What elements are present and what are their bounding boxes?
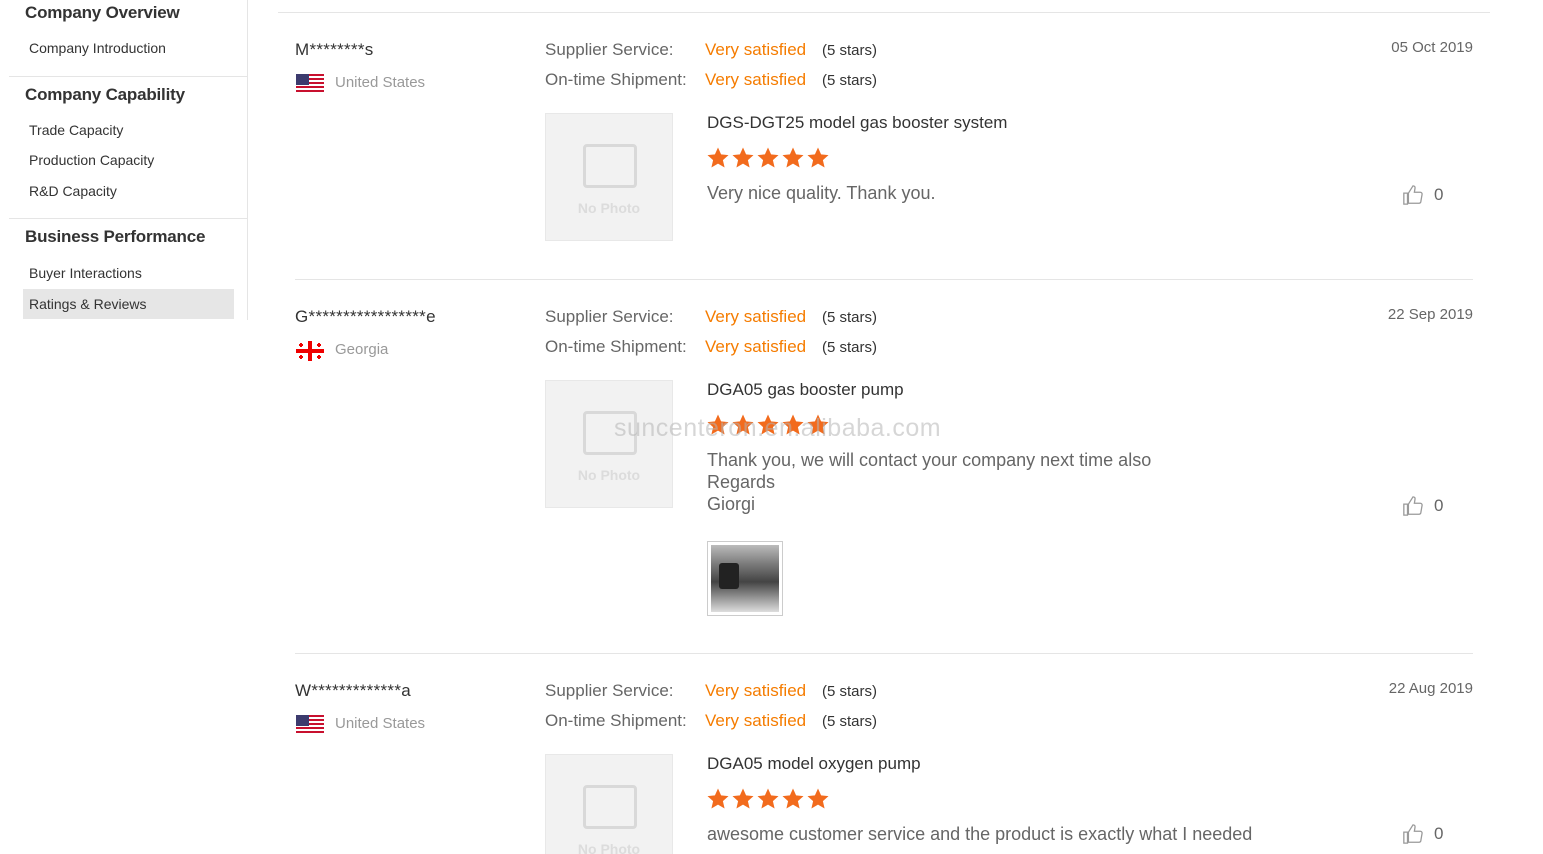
supplier-service-stars: (5 stars) — [822, 683, 878, 700]
star-icon — [707, 788, 729, 809]
shipment-label: On-time Shipment: — [545, 70, 687, 89]
product-image-placeholder[interactable]: No Photo — [545, 380, 673, 508]
star-icon — [732, 414, 754, 435]
like-button[interactable]: 0 — [1402, 494, 1443, 518]
star-rating — [706, 146, 830, 170]
product-title[interactable]: DGA05 gas booster pump — [707, 380, 904, 400]
product-image-placeholder[interactable]: No Photo — [545, 754, 673, 854]
like-button[interactable]: 0 — [1402, 183, 1443, 207]
star-icon — [782, 788, 804, 809]
product-title[interactable]: DGS-DGT25 model gas booster system — [707, 113, 1007, 133]
shipment-value: Very satisfied — [705, 711, 807, 730]
supplier-service-value: Very satisfied — [705, 307, 807, 326]
sidebar-item-rd-capacity[interactable]: R&D Capacity — [23, 176, 234, 206]
shipment-label: On-time Shipment: — [545, 711, 687, 730]
no-photo-label: No Photo — [577, 841, 641, 854]
georgia-flag-icon — [296, 341, 324, 361]
review-item: W*************a United States Supplier S… — [295, 641, 1473, 854]
review-text: awesome customer service and the product… — [707, 824, 1253, 844]
shipment-stars: (5 stars) — [822, 339, 878, 356]
nav-group-business-performance: Business Performance Buyer Interactions … — [9, 218, 247, 320]
shipment-stars: (5 stars) — [822, 713, 878, 730]
review-item: M********s United States Supplier Servic… — [295, 0, 1473, 280]
like-count: 0 — [1434, 824, 1444, 843]
like-count: 0 — [1434, 185, 1444, 204]
star-icon — [707, 414, 729, 435]
review-date: 22 Aug 2019 — [1388, 680, 1473, 697]
review-text: Thank you, we will contact your company … — [707, 450, 1152, 514]
sidebar-item-buyer-interactions[interactable]: Buyer Interactions — [23, 258, 234, 288]
star-icon — [732, 147, 754, 168]
no-photo-label: No Photo — [577, 467, 641, 483]
supplier-service-value: Very satisfied — [705, 40, 807, 59]
supplier-service-value: Very satisfied — [705, 681, 807, 700]
us-flag-icon — [296, 715, 324, 735]
supplier-service-stars: (5 stars) — [822, 309, 878, 326]
shipment-value: Very satisfied — [705, 70, 807, 89]
buyer-name: M********s — [295, 40, 374, 59]
like-count: 0 — [1434, 496, 1444, 515]
buyer-name: G*****************e — [295, 307, 436, 326]
sidebar-item-ratings-reviews[interactable]: Ratings & Reviews — [23, 289, 234, 319]
buyer-name: W*************a — [295, 681, 412, 700]
review-attachment-thumbnail[interactable] — [707, 541, 783, 616]
no-photo-label: No Photo — [577, 200, 641, 216]
star-icon — [782, 414, 804, 435]
review-date: 22 Sep 2019 — [1387, 306, 1473, 323]
sidebar-item-company-introduction[interactable]: Company Introduction — [23, 33, 234, 63]
image-icon — [583, 785, 637, 829]
star-icon — [757, 788, 779, 809]
supplier-service-label: Supplier Service: — [545, 307, 674, 326]
thumbs-up-icon — [1403, 496, 1423, 516]
shipment-value: Very satisfied — [705, 337, 807, 356]
product-image-placeholder[interactable]: No Photo — [545, 113, 673, 241]
star-icon — [807, 414, 829, 435]
image-icon — [583, 144, 637, 188]
thumbs-up-icon — [1403, 185, 1423, 205]
review-item: G*****************e Georgia Supplier Ser… — [295, 267, 1473, 654]
supplier-service-stars: (5 stars) — [822, 42, 878, 59]
supplier-service-label: Supplier Service: — [545, 40, 674, 59]
shipment-label: On-time Shipment: — [545, 337, 687, 356]
star-icon — [807, 788, 829, 809]
us-flag-icon — [296, 74, 324, 94]
nav-group-title[interactable]: Company Capability — [25, 85, 185, 105]
review-date: 05 Oct 2019 — [1391, 39, 1473, 56]
sidebar-item-production-capacity[interactable]: Production Capacity — [23, 145, 234, 175]
buyer-country: United States — [335, 715, 426, 732]
star-icon — [807, 147, 829, 168]
image-icon — [583, 411, 637, 455]
buyer-country: United States — [335, 74, 426, 91]
attachment-image — [711, 545, 779, 612]
nav-group-title[interactable]: Company Overview — [25, 3, 180, 23]
nav-group-title[interactable]: Business Performance — [25, 227, 205, 247]
nav-group-company-capability: Company Capability Trade Capacity Produc… — [9, 76, 247, 218]
shipment-stars: (5 stars) — [822, 72, 878, 89]
star-icon — [732, 788, 754, 809]
star-rating — [706, 413, 830, 437]
sidebar-item-trade-capacity[interactable]: Trade Capacity — [23, 115, 234, 145]
buyer-country: Georgia — [335, 341, 389, 358]
product-title[interactable]: DGA05 model oxygen pump — [707, 754, 921, 774]
thumbs-up-icon — [1403, 824, 1423, 844]
supplier-service-label: Supplier Service: — [545, 681, 674, 700]
star-rating — [706, 787, 830, 811]
star-icon — [757, 414, 779, 435]
star-icon — [707, 147, 729, 168]
like-button[interactable]: 0 — [1402, 822, 1443, 846]
nav-group-company-overview: Company Overview Company Introduction — [9, 0, 247, 76]
star-icon — [782, 147, 804, 168]
sidebar: Company Overview Company Introduction Co… — [0, 0, 248, 320]
star-icon — [757, 147, 779, 168]
review-text: Very nice quality. Thank you. — [707, 183, 936, 203]
